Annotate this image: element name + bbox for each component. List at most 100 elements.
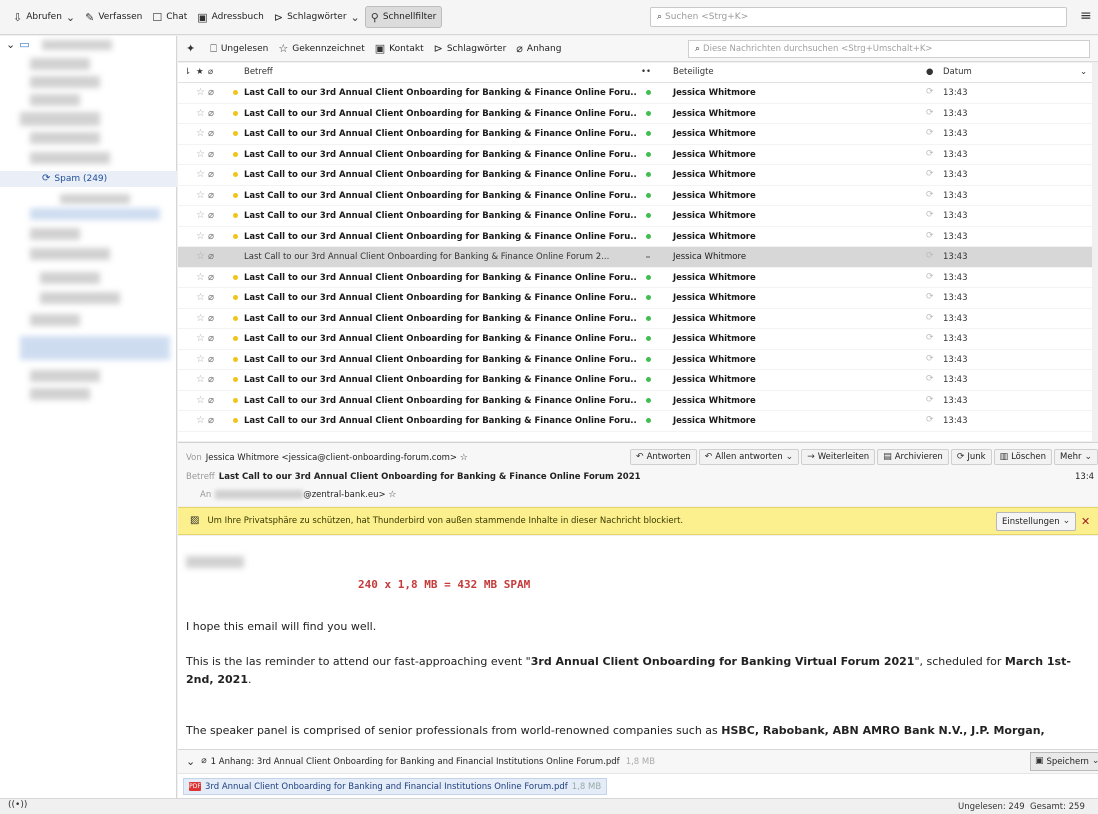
read-status-icon[interactable] bbox=[646, 151, 651, 157]
redacted-folder[interactable] bbox=[30, 152, 110, 164]
junk-icon[interactable]: ⟳ bbox=[926, 149, 934, 159]
junk-icon[interactable]: ⟳ bbox=[926, 374, 934, 384]
redacted-folder[interactable] bbox=[42, 40, 112, 50]
redacted-folder[interactable] bbox=[40, 272, 100, 284]
redacted-folder[interactable] bbox=[30, 58, 90, 70]
read-status-icon[interactable] bbox=[646, 256, 650, 258]
chevron-down-icon[interactable]: ⌄ bbox=[186, 756, 195, 767]
star-icon[interactable]: ☆ bbox=[196, 395, 205, 406]
star-icon[interactable]: ☆ bbox=[196, 210, 205, 221]
account-root[interactable]: ⌄ ▭ bbox=[6, 39, 30, 50]
junk-icon[interactable]: ⟳ bbox=[926, 169, 934, 179]
read-status-icon[interactable] bbox=[646, 418, 651, 423]
star-icon[interactable]: ☆ bbox=[196, 87, 205, 98]
chevron-down-icon[interactable]: ⌄ bbox=[6, 39, 15, 50]
filter-contact-button[interactable]: ▣ Kontakt bbox=[370, 38, 429, 60]
menu-icon[interactable]: ≡ bbox=[1080, 8, 1092, 24]
redacted-folder[interactable] bbox=[30, 248, 110, 260]
star-icon[interactable]: ☆ bbox=[196, 231, 205, 242]
redacted-folder[interactable] bbox=[30, 94, 80, 106]
read-status-icon[interactable] bbox=[646, 274, 651, 280]
junk-icon[interactable]: ⟳ bbox=[926, 292, 934, 302]
redacted-folder[interactable] bbox=[30, 314, 80, 326]
filter-starred-button[interactable]: ☆ Gekennzeichnet bbox=[273, 38, 369, 60]
message-row[interactable]: ☆ ⌀ Last Call to our 3rd Annual Client Onb… bbox=[178, 206, 1098, 227]
column-picker-icon[interactable]: ⌄ bbox=[1080, 67, 1087, 77]
message-row[interactable]: ☆ ⌀ Last Call to our 3rd Annual Client Onb… bbox=[178, 370, 1098, 391]
column-date[interactable]: Datum bbox=[943, 67, 972, 77]
save-attachment-button[interactable]: ▣ Speichern ⌄ bbox=[1030, 752, 1098, 771]
message-row[interactable]: ☆ ⌀ Last Call to our 3rd Annual Client Onb… bbox=[178, 329, 1098, 350]
message-row[interactable]: ☆ ⌀ Last Call to our 3rd Annual Client Onb… bbox=[178, 83, 1098, 104]
folder-spam[interactable]: ⟳ Spam (249) bbox=[0, 171, 177, 187]
redacted-folder[interactable] bbox=[60, 194, 130, 204]
message-row[interactable]: ☆ ⌀ Last Call to our 3rd Annual Client Onb… bbox=[178, 104, 1098, 124]
chevron-down-icon[interactable]: ⌄ bbox=[66, 12, 75, 23]
redacted-folder[interactable] bbox=[30, 132, 100, 144]
column-participants[interactable]: Beteiligte bbox=[673, 67, 714, 77]
star-icon[interactable]: ☆ bbox=[196, 354, 205, 365]
star-icon[interactable]: ☆ bbox=[196, 190, 205, 201]
read-status-icon[interactable] bbox=[646, 397, 651, 403]
filter-tags-button[interactable]: ⊳ Schlagwörter bbox=[429, 38, 512, 60]
forward-button[interactable]: → Weiterleiten bbox=[801, 449, 876, 465]
connection-icon[interactable]: ((•)) bbox=[8, 801, 27, 810]
message-row[interactable]: ☆ ⌀ Last Call to our 3rd Annual Client Onb… bbox=[178, 411, 1098, 432]
star-icon[interactable]: ☆ bbox=[196, 149, 205, 160]
star-icon[interactable]: ☆ bbox=[196, 251, 205, 262]
star-icon[interactable]: ☆ bbox=[196, 128, 205, 139]
attachment-item[interactable]: PDF 3rd Annual Client Onboarding for Bank… bbox=[183, 778, 608, 795]
star-icon[interactable]: ☆ bbox=[196, 169, 205, 180]
read-status-icon[interactable] bbox=[646, 315, 651, 321]
address-book-button[interactable]: ▣ Adressbuch bbox=[192, 6, 269, 28]
get-messages-button[interactable]: ⇩ Abrufen ⌄ bbox=[8, 6, 80, 28]
junk-icon[interactable]: ⟳ bbox=[926, 210, 934, 220]
star-icon[interactable]: ☆ bbox=[196, 415, 205, 426]
pin-icon[interactable]: ✦ bbox=[186, 43, 195, 54]
redacted-folder[interactable] bbox=[20, 336, 170, 360]
redacted-folder[interactable] bbox=[30, 388, 90, 400]
more-button[interactable]: Mehr ⌄ bbox=[1054, 449, 1098, 465]
junk-icon[interactable]: ⟳ bbox=[926, 395, 934, 405]
tags-button[interactable]: ⊳ Schlagwörter ⌄ bbox=[269, 6, 365, 28]
delete-button[interactable]: ▥ Löschen bbox=[993, 449, 1052, 465]
close-icon[interactable]: ✕ bbox=[1081, 515, 1090, 528]
read-status-icon[interactable] bbox=[646, 172, 651, 177]
read-status-icon[interactable] bbox=[646, 295, 651, 300]
read-status-icon[interactable] bbox=[646, 233, 651, 239]
junk-icon[interactable]: ⟳ bbox=[926, 313, 934, 323]
read-status-icon[interactable] bbox=[646, 131, 651, 136]
junk-icon[interactable]: ⟳ bbox=[926, 190, 934, 200]
message-row[interactable]: ☆ ⌀ Last Call to our 3rd Annual Client Onb… bbox=[178, 288, 1098, 309]
junk-icon[interactable]: ⟳ bbox=[926, 128, 934, 138]
junk-icon[interactable]: ⟳ bbox=[926, 87, 934, 97]
column-subject[interactable]: Betreff bbox=[244, 67, 273, 77]
junk-icon[interactable]: ⟳ bbox=[926, 272, 934, 282]
junk-icon[interactable]: ⟳ bbox=[926, 333, 934, 343]
read-column-icon[interactable]: •• bbox=[641, 67, 651, 77]
chat-button[interactable]: ☐ Chat bbox=[147, 6, 192, 28]
redacted-folder[interactable] bbox=[30, 208, 160, 220]
read-status-icon[interactable] bbox=[646, 356, 651, 362]
message-row[interactable]: ☆ ⌀ Last Call to our 3rd Annual Client Onb… bbox=[178, 145, 1098, 165]
star-icon[interactable]: ☆ bbox=[196, 108, 205, 119]
read-status-icon[interactable] bbox=[646, 336, 651, 341]
message-search-input[interactable]: ⌕ Diese Nachrichten durchsuchen <Strg+Ums… bbox=[688, 40, 1090, 58]
archive-button[interactable]: ▤ Archivieren bbox=[877, 449, 949, 465]
star-icon[interactable]: ☆ bbox=[196, 313, 205, 324]
read-status-icon[interactable] bbox=[646, 213, 651, 218]
star-icon[interactable]: ☆ bbox=[196, 333, 205, 344]
junk-icon[interactable]: ⟳ bbox=[926, 231, 934, 241]
filter-unread-button[interactable]: ⎕ Ungelesen bbox=[205, 38, 273, 60]
junk-icon[interactable]: ⟳ bbox=[926, 354, 934, 364]
reply-button[interactable]: ↶ Antworten bbox=[630, 449, 697, 465]
star-icon[interactable]: ☆ bbox=[460, 454, 468, 463]
filter-attachment-button[interactable]: ⌀ Anhang bbox=[511, 38, 566, 60]
message-row[interactable]: ☆ ⌀ Last Call to our 3rd Annual Client Onb… bbox=[178, 391, 1098, 411]
message-row[interactable]: ☆ ⌀ Last Call to our 3rd Annual Client Onb… bbox=[178, 124, 1098, 145]
star-column-icon[interactable]: ★ bbox=[196, 67, 204, 77]
read-status-icon[interactable] bbox=[646, 377, 651, 382]
junk-column-icon[interactable]: ● bbox=[926, 67, 933, 77]
redacted-folder[interactable] bbox=[40, 292, 120, 304]
redacted-folder[interactable] bbox=[20, 112, 100, 126]
